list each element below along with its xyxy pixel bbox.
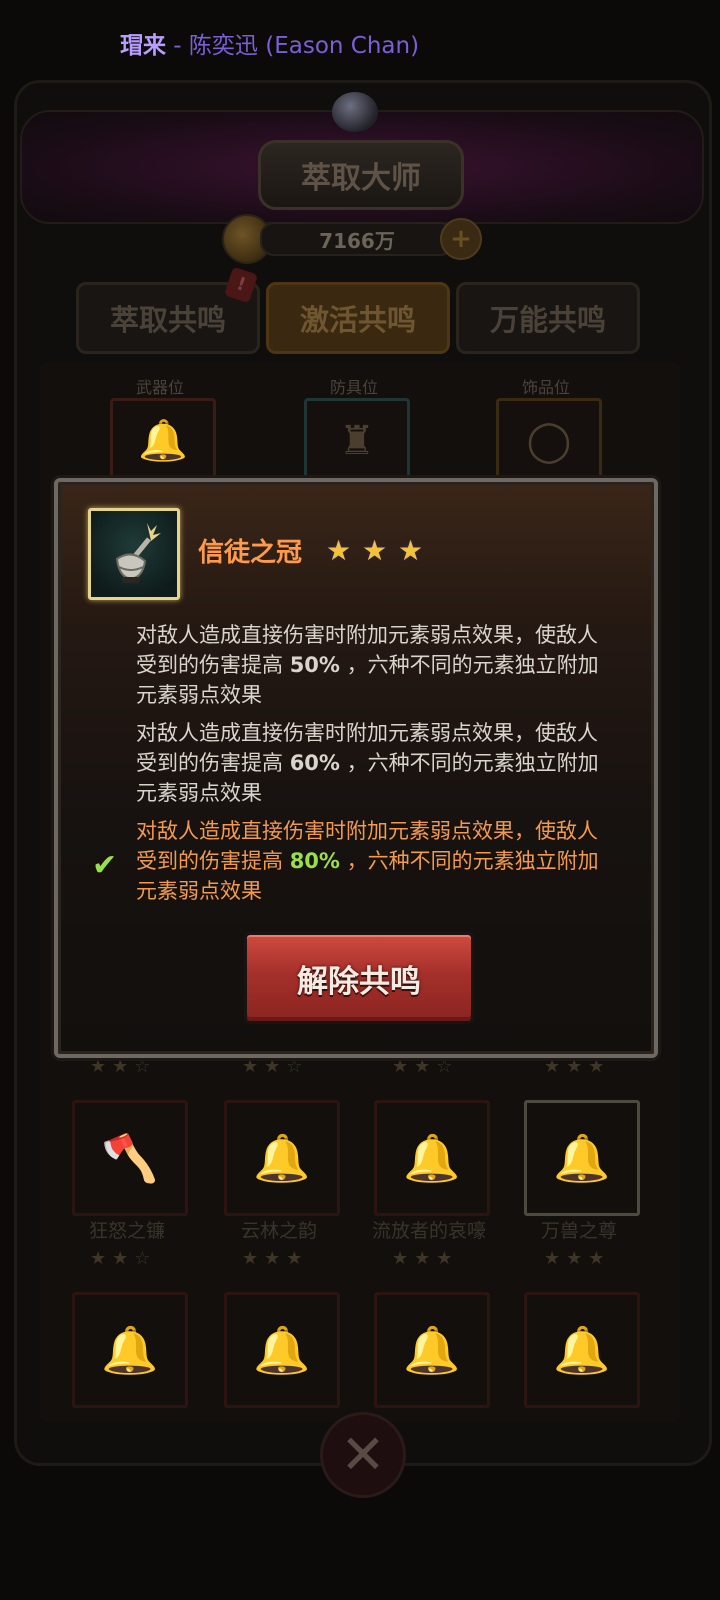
item-icon-frame	[88, 508, 180, 600]
bell-icon: 🔔	[403, 1131, 461, 1185]
star-rating: ★★☆	[90, 1248, 157, 1269]
crystal-orb-icon	[332, 92, 378, 132]
effect-tier-2: 对敌人造成直接伤害时附加元素弱点效果，使敌人受到的伤害提高 60% ，六种不同的…	[136, 721, 599, 805]
bell-icon: 🔔	[403, 1323, 461, 1377]
bell-icon: 🔔	[138, 418, 188, 464]
axe-icon: 🪓	[101, 1131, 159, 1185]
bell-icon: 🔔	[253, 1131, 311, 1185]
item-name: 万兽之尊	[540, 1220, 617, 1242]
currency-amount: 7166万	[260, 222, 454, 256]
star-rating: ★★★	[392, 1248, 459, 1269]
plus-icon[interactable]: +	[440, 218, 482, 260]
item-card[interactable]: 🪓	[72, 1100, 188, 1216]
star-rating: ★★★	[544, 1248, 611, 1269]
bell-icon: 🔔	[101, 1323, 159, 1377]
accessory-slot[interactable]: ◯	[496, 398, 602, 484]
item-card-selected[interactable]: 🔔	[524, 1100, 640, 1216]
item-name: 云林之韵	[240, 1220, 317, 1242]
star-icon: ★	[326, 534, 352, 567]
weapon-slot[interactable]: 🔔	[110, 398, 216, 484]
bell-icon: 🔔	[553, 1323, 611, 1377]
ring-icon: ◯	[526, 418, 572, 464]
effect-tier-3-active: 对敌人造成直接伤害时附加元素弱点效果，使敌人受到的伤害提高 80% ，六种不同的…	[136, 819, 599, 903]
star-rating: ★★☆	[90, 1056, 157, 1077]
star-icon: ★	[362, 534, 388, 567]
item-card[interactable]: 🔔	[224, 1100, 340, 1216]
item-card[interactable]: 🔔	[374, 1292, 490, 1408]
crown-icon: ♜	[339, 418, 375, 464]
tab-activate-resonance[interactable]: 激活共鸣	[266, 282, 450, 354]
item-card[interactable]: 🔔	[374, 1100, 490, 1216]
bell-icon: 🔔	[553, 1131, 611, 1185]
currency-bar: 7166万 +	[222, 214, 484, 264]
item-title: 信徒之冠	[198, 538, 303, 568]
star-rating: ★★☆	[242, 1056, 309, 1077]
armor-slot[interactable]: ♜	[304, 398, 410, 484]
tab-universal-resonance[interactable]: 万能共鸣	[456, 282, 640, 354]
star-icon: ★	[398, 534, 424, 567]
effect-tier-1: 对敌人造成直接伤害时附加元素弱点效果，使敌人受到的伤害提高 50% ，六种不同的…	[136, 623, 599, 707]
close-icon[interactable]: ✕	[320, 1412, 406, 1498]
crown-icon	[115, 523, 161, 583]
page-title: 萃取大师	[258, 140, 464, 210]
item-name: 流放者的哀嚎	[371, 1220, 486, 1242]
item-card[interactable]: 🔔	[224, 1292, 340, 1408]
slot-label-armor: 防具位	[329, 378, 378, 397]
item-name: 狂怒之镰	[88, 1220, 165, 1242]
item-card[interactable]: 🔔	[72, 1292, 188, 1408]
check-icon: ✔	[92, 848, 118, 883]
bell-icon: 🔔	[253, 1323, 311, 1377]
item-card[interactable]: 🔔	[524, 1292, 640, 1408]
star-rating: ★★★	[544, 1056, 611, 1077]
star-rating: ★★★	[242, 1248, 309, 1269]
resonance-detail-dialog: 信徒之冠 ★ ★ ★ 对敌人造成直接伤害时附加元素弱点效果，使敌人受到的伤害提高…	[54, 478, 658, 1058]
star-rating: ★★☆	[392, 1056, 459, 1077]
release-resonance-button[interactable]: 解除共鸣	[244, 932, 474, 1024]
slot-label-accessory: 饰品位	[521, 378, 570, 397]
slot-label-weapon: 武器位	[135, 378, 184, 397]
now-playing-text: 瑁来 - 陈奕迅 (Eason Chan)	[120, 33, 420, 59]
